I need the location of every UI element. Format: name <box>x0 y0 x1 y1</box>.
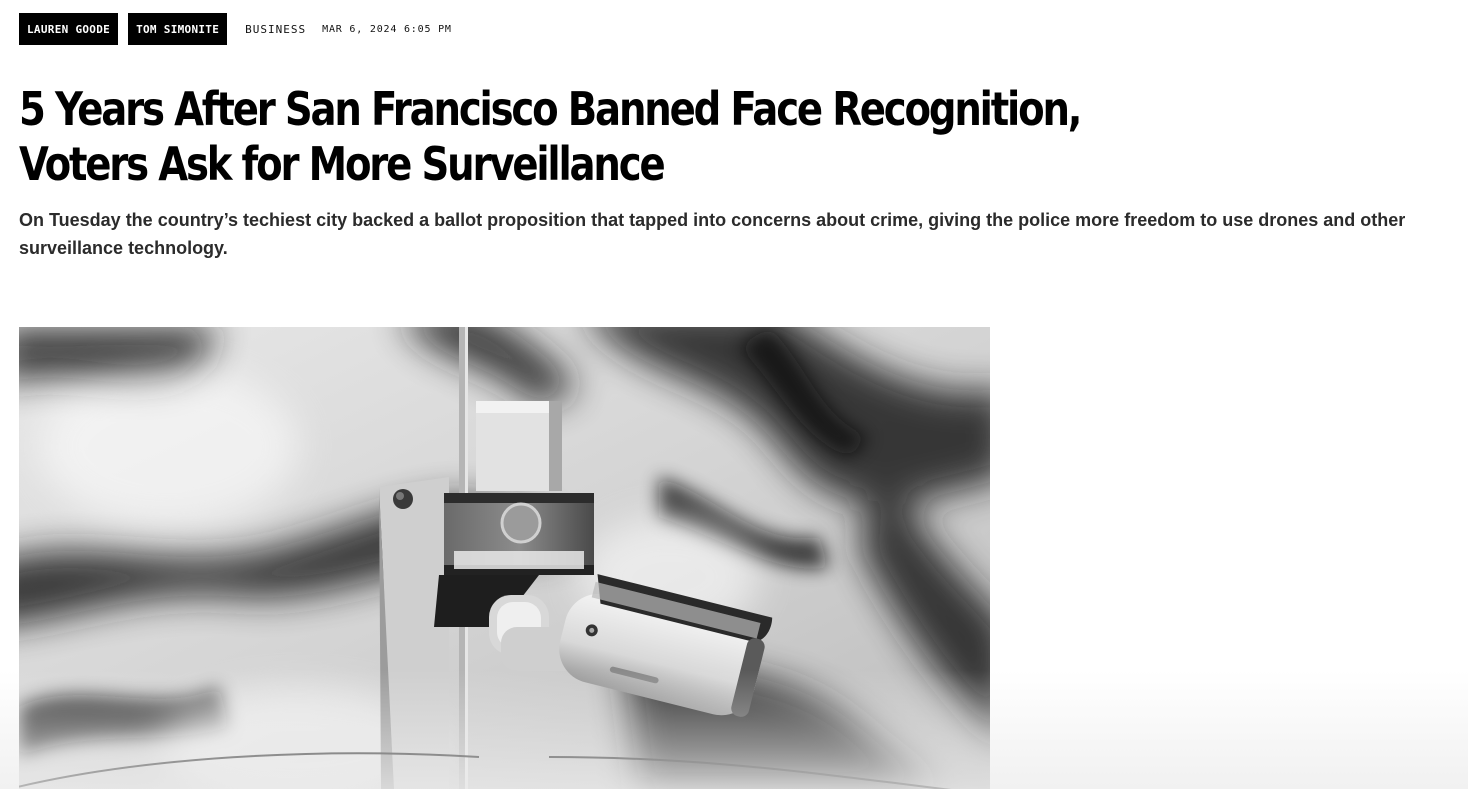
section-link[interactable]: BUSINESS <box>245 23 306 36</box>
article-meta: LAUREN GOODE TOM SIMONITE BUSINESS MAR 6… <box>19 13 452 45</box>
article-dek: On Tuesday the country’s techiest city b… <box>19 210 1406 258</box>
author-link-tom-simonite[interactable]: TOM SIMONITE <box>128 13 228 45</box>
author-link-lauren-goode[interactable]: LAUREN GOODE <box>19 13 119 45</box>
surveillance-camera-photo <box>19 327 990 789</box>
lead-image <box>19 327 990 789</box>
article-headline: 5 Years After San Francisco Banned Face … <box>19 82 1082 191</box>
publish-date: MAR 6, 2024 6:05 PM <box>322 23 452 35</box>
